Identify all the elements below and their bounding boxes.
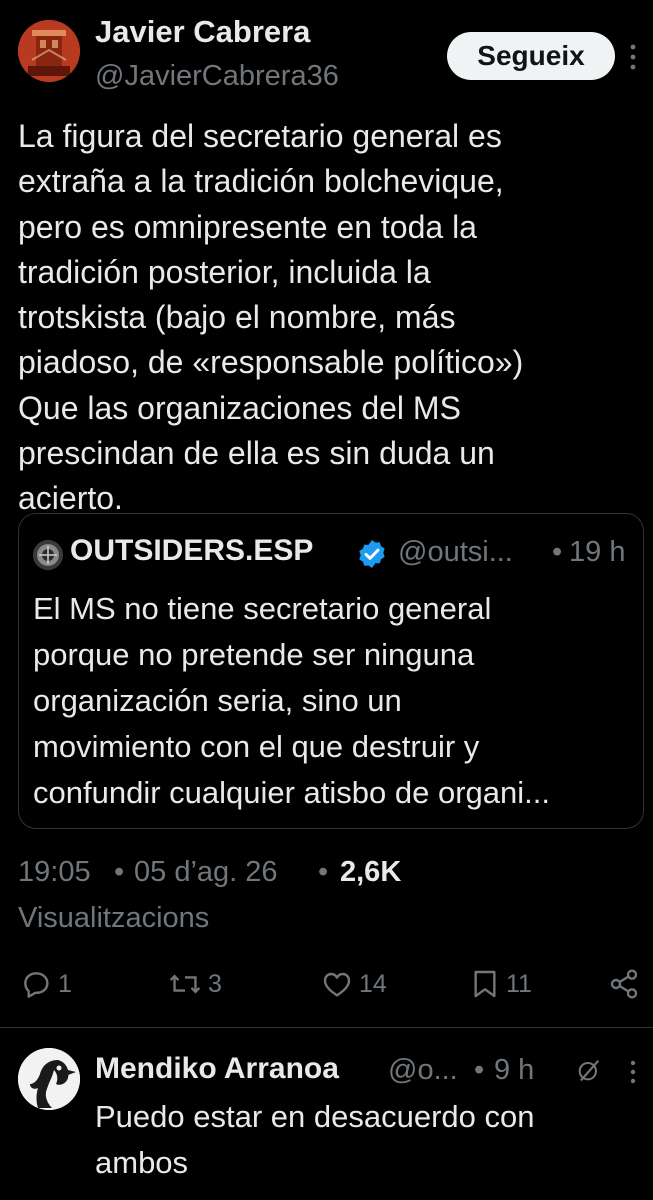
retweet-count: 3: [208, 969, 222, 998]
separator-dot: •: [114, 856, 125, 888]
separator-dot: •: [474, 1054, 485, 1086]
reply-author-name[interactable]: Mendiko Arranoa: [95, 1052, 339, 1086]
post-time[interactable]: 19:05: [18, 856, 91, 889]
reply-icon: [24, 972, 49, 998]
quoted-author-avatar: [33, 540, 63, 570]
reply-button[interactable]: 1: [20, 968, 72, 1000]
bookmark-icon: [474, 970, 496, 998]
like-button[interactable]: 14: [321, 968, 387, 1000]
more-options-icon[interactable]: [629, 44, 637, 70]
reply-text: Puedo estar en desacuerdo con ambos: [95, 1099, 535, 1180]
reply-count: 1: [58, 969, 72, 998]
reply-author-avatar[interactable]: [18, 1048, 80, 1110]
share-button[interactable]: [608, 968, 640, 1000]
views-label: Visualitzacions: [18, 902, 210, 934]
quoted-author-handle: @outsi...: [398, 536, 513, 568]
author-avatar[interactable]: [18, 20, 80, 82]
divider: [0, 1027, 653, 1028]
grok-icon[interactable]: [575, 1056, 603, 1084]
tweet-text: La figura del secretario general es extr…: [18, 118, 524, 517]
share-icon: [610, 969, 638, 999]
quoted-tweet-text: El MS no tiene secretario general porque…: [33, 591, 550, 810]
separator-dot: •: [318, 856, 329, 888]
post-date[interactable]: 05 d’ag. 26: [134, 856, 278, 889]
separator-dot: •: [552, 536, 563, 568]
quoted-timestamp: 19 h: [569, 536, 626, 568]
bookmark-button[interactable]: 11: [470, 968, 532, 1000]
reply-author-handle[interactable]: @o...: [388, 1054, 458, 1087]
follow-button[interactable]: Segueix: [447, 32, 615, 80]
like-icon: [323, 972, 351, 997]
retweet-button[interactable]: 3: [168, 968, 222, 1000]
reply-timestamp[interactable]: 9 h: [494, 1054, 534, 1087]
quoted-author-name: OUTSIDERS.ESP: [70, 534, 314, 567]
author-handle[interactable]: @JavierCabrera36: [95, 60, 339, 93]
retweet-icon: [169, 974, 201, 994]
author-name[interactable]: Javier Cabrera: [95, 14, 310, 50]
views-count: 2,6K: [340, 856, 402, 888]
bookmark-count: 11: [506, 969, 532, 998]
more-options-icon[interactable]: [629, 1060, 637, 1084]
like-count: 14: [359, 969, 387, 998]
verified-badge-icon: [356, 538, 388, 570]
